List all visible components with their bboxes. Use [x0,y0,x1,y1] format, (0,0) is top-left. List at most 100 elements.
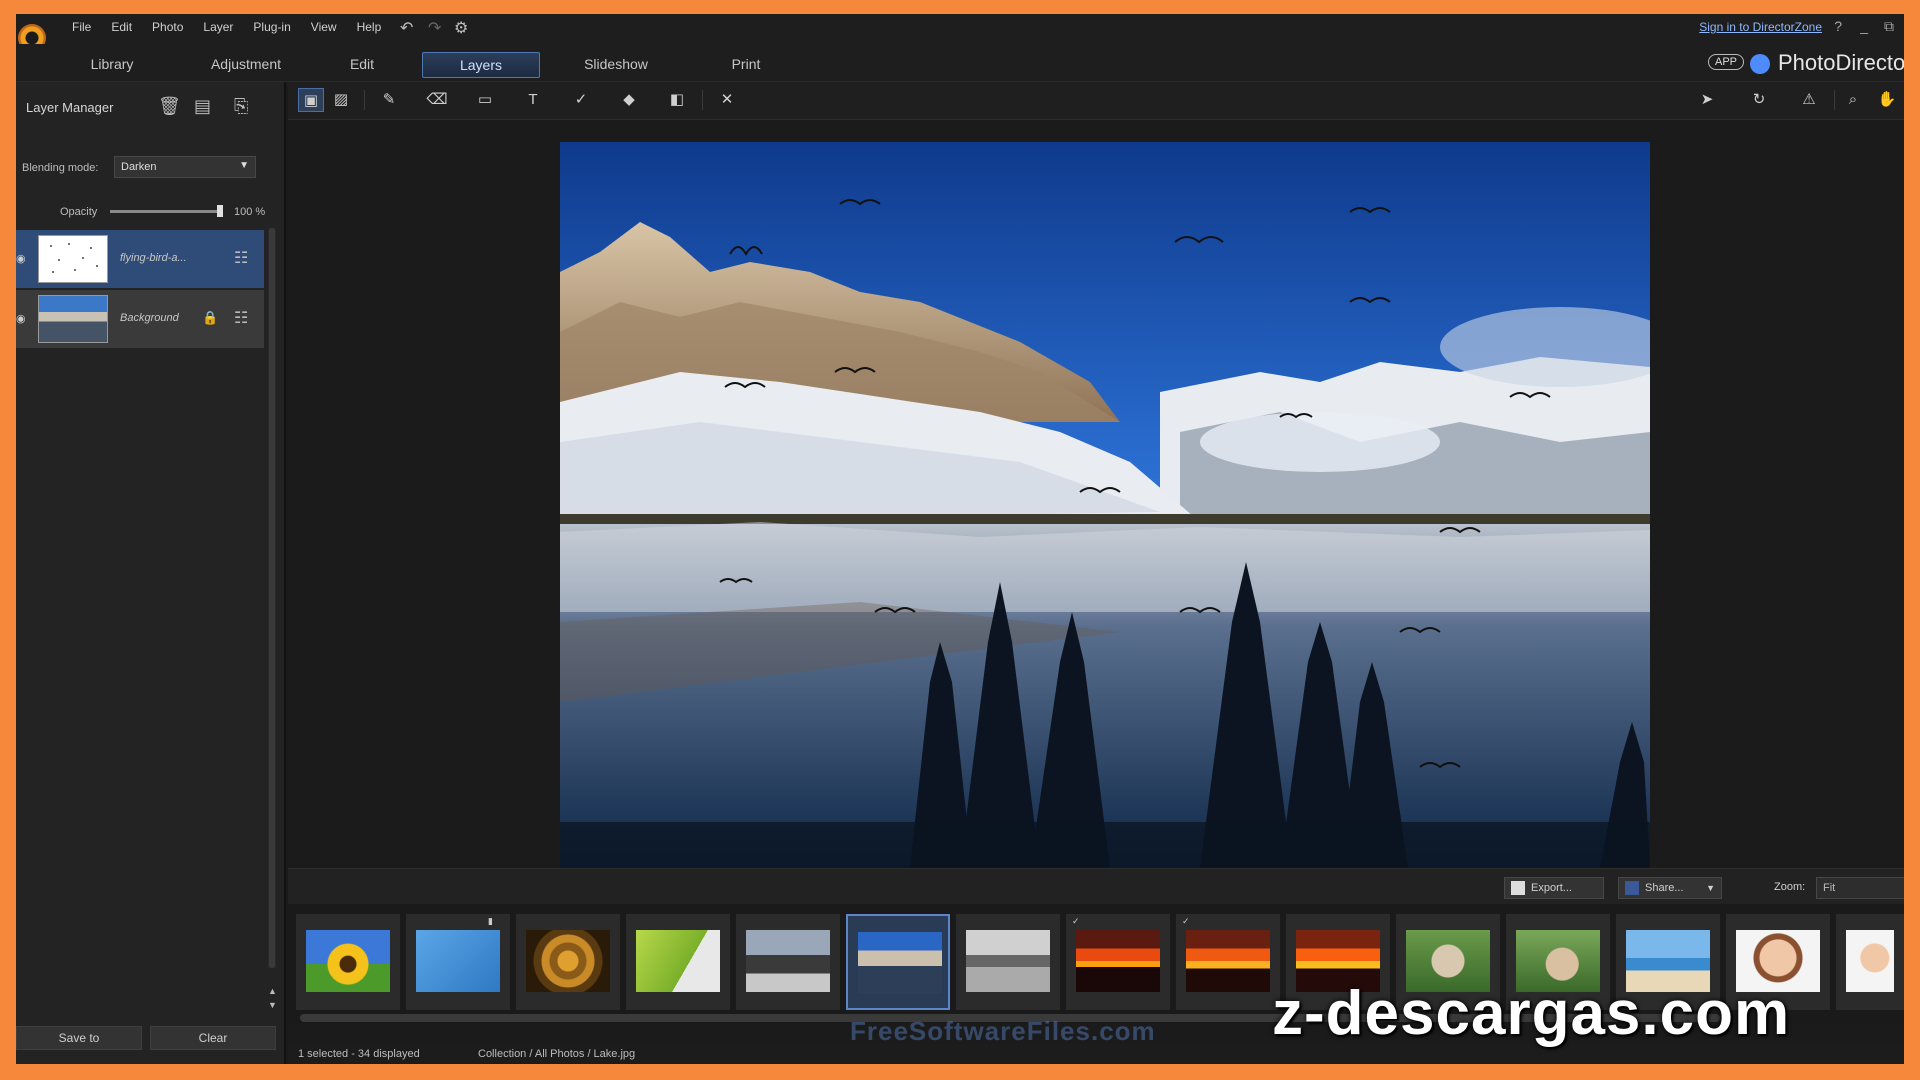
rectangle-icon[interactable]: ▭ [472,88,498,112]
settings-gear-icon[interactable]: ⚙ [454,18,468,38]
eye-icon[interactable]: ◉ [16,312,26,325]
delete-layer-icon[interactable]: 🗑 [158,96,181,117]
share-label: Share... [1645,882,1684,894]
minimize-button[interactable]: _ [1860,18,1868,34]
film-thumb[interactable] [736,914,840,1010]
select-layer-tool-icon[interactable]: ▣ [298,88,324,112]
new-layer-icon[interactable]: ▤ [194,96,211,117]
chevron-down-icon: ▼ [239,160,249,171]
film-thumb[interactable] [1836,914,1904,1010]
undo-icon[interactable]: ↶ [400,18,413,38]
redo-icon[interactable]: ↷ [428,18,441,38]
pointer-icon[interactable]: ➤ [1694,88,1720,112]
export-icon [1511,881,1525,896]
film-thumb[interactable] [626,914,730,1010]
layer-export-icon[interactable]: ⎘ [234,96,248,117]
film-strip-toolbar: Export... Share... ▼ Zoom: Fit ▼ [288,868,1904,904]
title-bar: File Edit Photo Layer Plug-in View Help … [16,14,1904,52]
app-badge[interactable]: APP [1707,54,1744,70]
thumb-image [858,932,942,994]
brush-icon[interactable]: ✎ [376,88,402,112]
blending-mode-select[interactable]: Darken ▼ [114,156,256,178]
save-to-button[interactable]: Save to [16,1026,142,1050]
menu-view[interactable]: View [301,20,347,34]
thumb-image [416,930,500,992]
restore-button[interactable]: ⧉ [1884,18,1894,35]
film-thumb[interactable] [956,914,1060,1010]
thumb-image [746,930,830,992]
flip-icon[interactable]: ⚠ [1796,88,1822,112]
sign-in-link[interactable]: Sign in to DirectorZone [1699,20,1822,34]
image-tool-icon[interactable]: ▨ [328,88,354,112]
pencil-icon[interactable]: ✓ [568,88,594,112]
layer-manager-panel: Layer Manager 🗑 ▤ ⎘ Blending mode: Darke… [16,82,286,1064]
edit-toolbar: ▣ ▨ ✎ ⌫ ▭ T ✓ ◆ ◧ ✕ ➤ ↻ ⚠ ⌕ ✋ [288,82,1904,120]
tab-adjustment[interactable]: Adjustment [186,52,306,78]
layer-options-icon[interactable]: ☷ [234,248,248,268]
menu-plugin[interactable]: Plug-in [243,20,300,34]
menu-photo[interactable]: Photo [142,20,193,34]
hand-pan-icon[interactable]: ✋ [1874,88,1900,112]
edited-mark-icon: ✓ [1072,916,1080,926]
gradient-icon[interactable]: ◧ [664,88,690,112]
tab-slideshow[interactable]: Slideshow [556,52,676,78]
menu-bar: File Edit Photo Layer Plug-in View Help [62,20,391,34]
rotate-icon[interactable]: ↻ [1746,88,1772,112]
eye-icon[interactable]: ◉ [16,252,26,265]
zoom-icon[interactable]: ⌕ [1840,88,1866,112]
selection-status: 1 selected - 34 displayed [298,1048,420,1060]
layer-options-icon[interactable]: ☷ [234,308,248,328]
export-button[interactable]: Export... [1504,877,1604,899]
fill-bucket-icon[interactable]: ◆ [616,88,642,112]
layer-thumbnail [38,235,108,283]
toolbar-divider [364,90,365,110]
thumb-image [306,930,390,992]
menu-edit[interactable]: Edit [101,20,142,34]
menu-help[interactable]: Help [347,20,392,34]
film-thumb[interactable]: ▮ [406,914,510,1010]
clear-button[interactable]: Clear [150,1026,276,1050]
film-thumb[interactable]: ✓ [1176,914,1280,1010]
menu-layer[interactable]: Layer [193,20,243,34]
layer-row[interactable]: ◉ flying-bird-a... ☷ [16,230,264,288]
layer-list-scrollbar[interactable] [268,228,276,968]
layer-row[interactable]: ◉ Background 🔒 ☷ [16,290,264,348]
lock-icon[interactable]: 🔒 [202,310,218,326]
facebook-icon [1625,881,1639,896]
film-thumb[interactable] [296,914,400,1010]
layer-thumbnail [38,295,108,343]
help-button[interactable]: ? [1834,18,1842,34]
tab-library[interactable]: Library [62,52,162,78]
tab-print[interactable]: Print [696,52,796,78]
eraser-icon[interactable]: ⌫ [424,88,450,112]
scroll-down-icon[interactable]: ▼ [268,1000,277,1010]
file-path: Collection / All Photos / Lake.jpg [478,1048,636,1060]
layer-name: Background [120,312,179,324]
chevron-down-icon: ▼ [1902,881,1904,891]
chevron-down-icon: ▼ [1706,883,1715,893]
tab-edit[interactable]: Edit [312,52,412,78]
film-thumb[interactable] [516,914,620,1010]
canvas-area[interactable] [288,120,1904,868]
layer-name: flying-bird-a... [120,252,187,264]
zoom-value: Fit [1823,882,1836,894]
opacity-slider-thumb[interactable] [217,205,223,217]
film-thumb[interactable]: ✓ [1066,914,1170,1010]
opacity-value: 100 % [234,206,266,218]
export-label: Export... [1531,882,1572,894]
text-tool-icon[interactable]: T [520,88,546,112]
scroll-up-icon[interactable]: ▲ [268,986,277,996]
tab-layers[interactable]: Layers [422,52,540,78]
toolbar-divider [1834,90,1835,110]
film-thumb-selected[interactable] [846,914,950,1010]
edited-mark-icon: ✓ [1182,916,1190,926]
menu-file[interactable]: File [62,20,101,34]
photo-canvas[interactable] [560,142,1650,868]
share-button[interactable]: Share... ▼ [1618,877,1722,899]
zoom-select[interactable]: Fit ▼ [1816,877,1904,899]
close-tool-icon[interactable]: ✕ [714,88,740,112]
brand-name: PhotoDirecto [1778,50,1904,75]
thumb-image [526,930,610,992]
opacity-slider[interactable] [110,205,223,217]
module-tabs: Library Adjustment Edit Layers Slideshow… [16,44,1904,82]
